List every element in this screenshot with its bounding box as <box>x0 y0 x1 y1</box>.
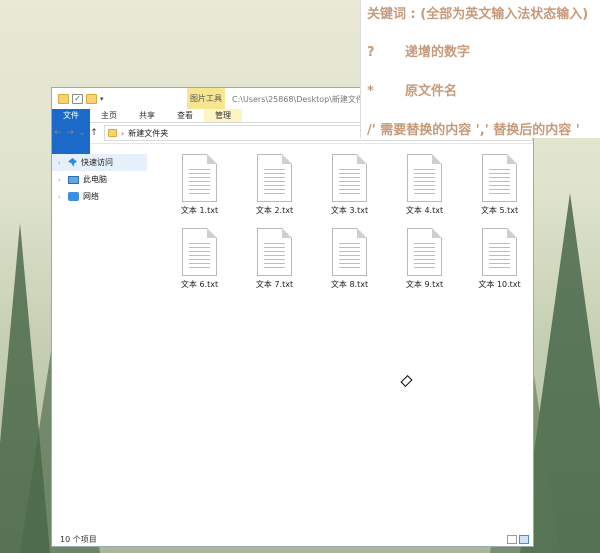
quick-access-toolbar: ✓ ▾ <box>52 93 104 104</box>
text-file-icon <box>332 228 367 276</box>
sidebar-item-label: 网络 <box>83 192 99 201</box>
tab-view[interactable]: 查看 <box>166 109 204 122</box>
note-increment-line: ? 递增的数字 <box>367 41 470 60</box>
expand-chevron-icon[interactable]: › <box>58 176 64 184</box>
sidebar-item-quick-access[interactable]: › 快速访问 <box>52 154 147 171</box>
file-item[interactable]: 文本 3.txt <box>312 154 387 216</box>
sidebar-item-this-pc[interactable]: › 此电脑 <box>52 171 147 188</box>
file-name: 文本 10.txt <box>478 280 521 289</box>
customize-dropdown-icon[interactable]: ▾ <box>100 95 104 103</box>
tab-home[interactable]: 主页 <box>90 109 128 122</box>
breadcrumb-chevron-icon[interactable]: › <box>121 129 124 138</box>
file-name: 文本 4.txt <box>405 206 444 215</box>
note-original-name-line: * 原文件名 <box>367 80 457 99</box>
forward-arrow-icon[interactable]: → <box>64 128 76 138</box>
sidebar-item-label: 此电脑 <box>83 175 107 184</box>
up-arrow-icon[interactable]: ↑ <box>88 128 100 138</box>
file-item[interactable]: 文本 4.txt <box>387 154 462 216</box>
note-heading: 关键词 : (全部为英文输入法状态输入) <box>367 7 589 22</box>
window-title-path: C:\Users\25868\Desktop\新建文件夹 <box>232 95 372 104</box>
file-item[interactable]: 文本 8.txt <box>312 228 387 290</box>
sidebar-item-network[interactable]: › 网络 <box>52 188 147 205</box>
back-arrow-icon[interactable]: ← <box>52 128 64 138</box>
file-name: 文本 9.txt <box>405 280 444 289</box>
view-toggle <box>507 535 529 544</box>
file-name: 文本 7.txt <box>255 280 294 289</box>
text-file-icon <box>407 228 442 276</box>
tab-share[interactable]: 共享 <box>128 109 166 122</box>
recent-chevron-icon[interactable]: ⌄ <box>76 128 88 138</box>
picture-tools-context-tab[interactable]: 图片工具 <box>187 88 225 109</box>
file-item[interactable]: 文本 9.txt <box>387 228 462 290</box>
file-explorer-window: ✓ ▾ 图片工具 C:\Users\25868\Desktop\新建文件夹 文件… <box>51 87 534 547</box>
tab-manage[interactable]: 管理 <box>204 109 242 122</box>
note-replace-line: /' 需要替换的内容 ',' 替换后的内容 ' <box>367 123 580 138</box>
expand-chevron-icon[interactable]: › <box>58 193 64 201</box>
navigation-pane: › 快速访问 › 此电脑 › 网络 <box>52 154 147 532</box>
large-icons-view-icon[interactable] <box>519 535 529 544</box>
file-item[interactable]: 文本 10.txt <box>462 228 537 290</box>
text-file-icon <box>257 154 292 202</box>
text-file-icon <box>332 154 367 202</box>
file-list: 文本 1.txt 文本 2.txt 文本 3.txt 文本 4.txt 文本 5… <box>162 154 523 290</box>
text-file-icon <box>257 228 292 276</box>
file-name: 文本 1.txt <box>180 206 219 215</box>
note-text: 递增的数字 <box>405 45 471 60</box>
folder-icon <box>58 93 69 104</box>
file-name: 文本 2.txt <box>255 206 294 215</box>
properties-icon[interactable]: ✓ <box>72 93 83 104</box>
note-text: 原文件名 <box>405 84 458 99</box>
file-name: 文本 5.txt <box>480 206 519 215</box>
file-name: 文本 8.txt <box>330 280 369 289</box>
details-view-icon[interactable] <box>507 535 517 544</box>
network-icon <box>68 192 79 201</box>
note-symbol: ? <box>367 45 375 60</box>
folder-icon <box>108 129 117 137</box>
file-item[interactable]: 文本 7.txt <box>237 228 312 290</box>
text-file-icon <box>182 154 217 202</box>
status-bar: 10 个项目 <box>52 532 533 546</box>
text-file-icon <box>482 228 517 276</box>
expand-chevron-icon[interactable]: › <box>58 159 64 167</box>
item-count: 10 个项目 <box>60 534 97 544</box>
pin-icon <box>68 158 77 167</box>
note-symbol: * <box>367 84 374 99</box>
text-file-icon <box>407 154 442 202</box>
file-item[interactable]: 文本 1.txt <box>162 154 237 216</box>
file-name: 文本 6.txt <box>180 280 219 289</box>
text-file-icon <box>482 154 517 202</box>
sidebar-item-label: 快速访问 <box>81 158 113 167</box>
text-file-icon <box>182 228 217 276</box>
computer-icon <box>68 175 79 184</box>
breadcrumb-current-folder[interactable]: 新建文件夹 <box>128 128 168 139</box>
keyword-note-panel: 关键词 : (全部为英文输入法状态输入) ? 递增的数字 * 原文件名 /' 需要替… <box>360 0 600 138</box>
file-item[interactable]: 文本 5.txt <box>462 154 537 216</box>
file-item[interactable]: 文本 6.txt <box>162 228 237 290</box>
file-name: 文本 3.txt <box>330 206 369 215</box>
file-item[interactable]: 文本 2.txt <box>237 154 312 216</box>
new-folder-icon[interactable] <box>86 93 97 104</box>
